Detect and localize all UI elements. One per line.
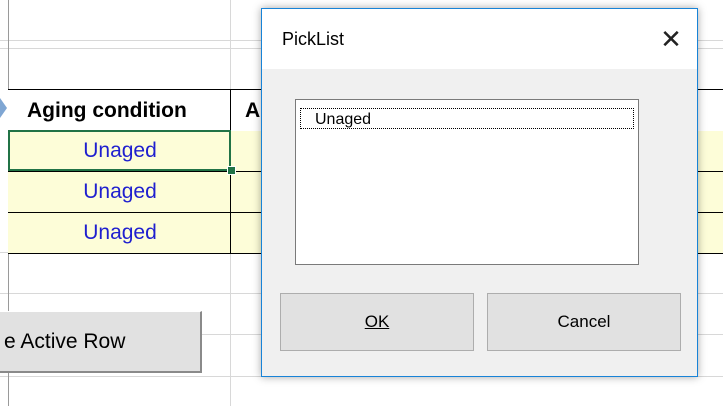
picklist-listbox[interactable]: Unaged [295, 99, 639, 265]
ok-button-label: OK [364, 312, 390, 331]
cancel-button-label: Cancel [557, 312, 611, 331]
active-row-macro-button[interactable]: e Active Row [0, 311, 202, 373]
dialog-title: PickList [282, 29, 345, 49]
column-header-truncated[interactable]: A [245, 90, 260, 131]
filter-arrow-icon [0, 98, 7, 118]
picklist-dialog: PickList ✕ Unaged OK Cancel [261, 8, 698, 377]
aging-condition-cell[interactable]: Unaged [11, 213, 229, 253]
active-cell-selection[interactable] [8, 130, 231, 171]
fill-handle[interactable] [227, 166, 236, 175]
aging-condition-cell[interactable]: Unaged [11, 172, 229, 212]
ok-button[interactable]: OK [280, 293, 474, 351]
list-item[interactable]: Unaged [300, 108, 634, 129]
column-separator [230, 90, 231, 131]
column-separator [230, 213, 231, 253]
dialog-titlebar[interactable]: PickList ✕ [262, 9, 697, 69]
cancel-button[interactable]: Cancel [487, 293, 681, 351]
column-header-aging-condition[interactable]: Aging condition [27, 90, 187, 131]
column-separator [230, 172, 231, 212]
close-icon[interactable]: ✕ [647, 9, 695, 69]
